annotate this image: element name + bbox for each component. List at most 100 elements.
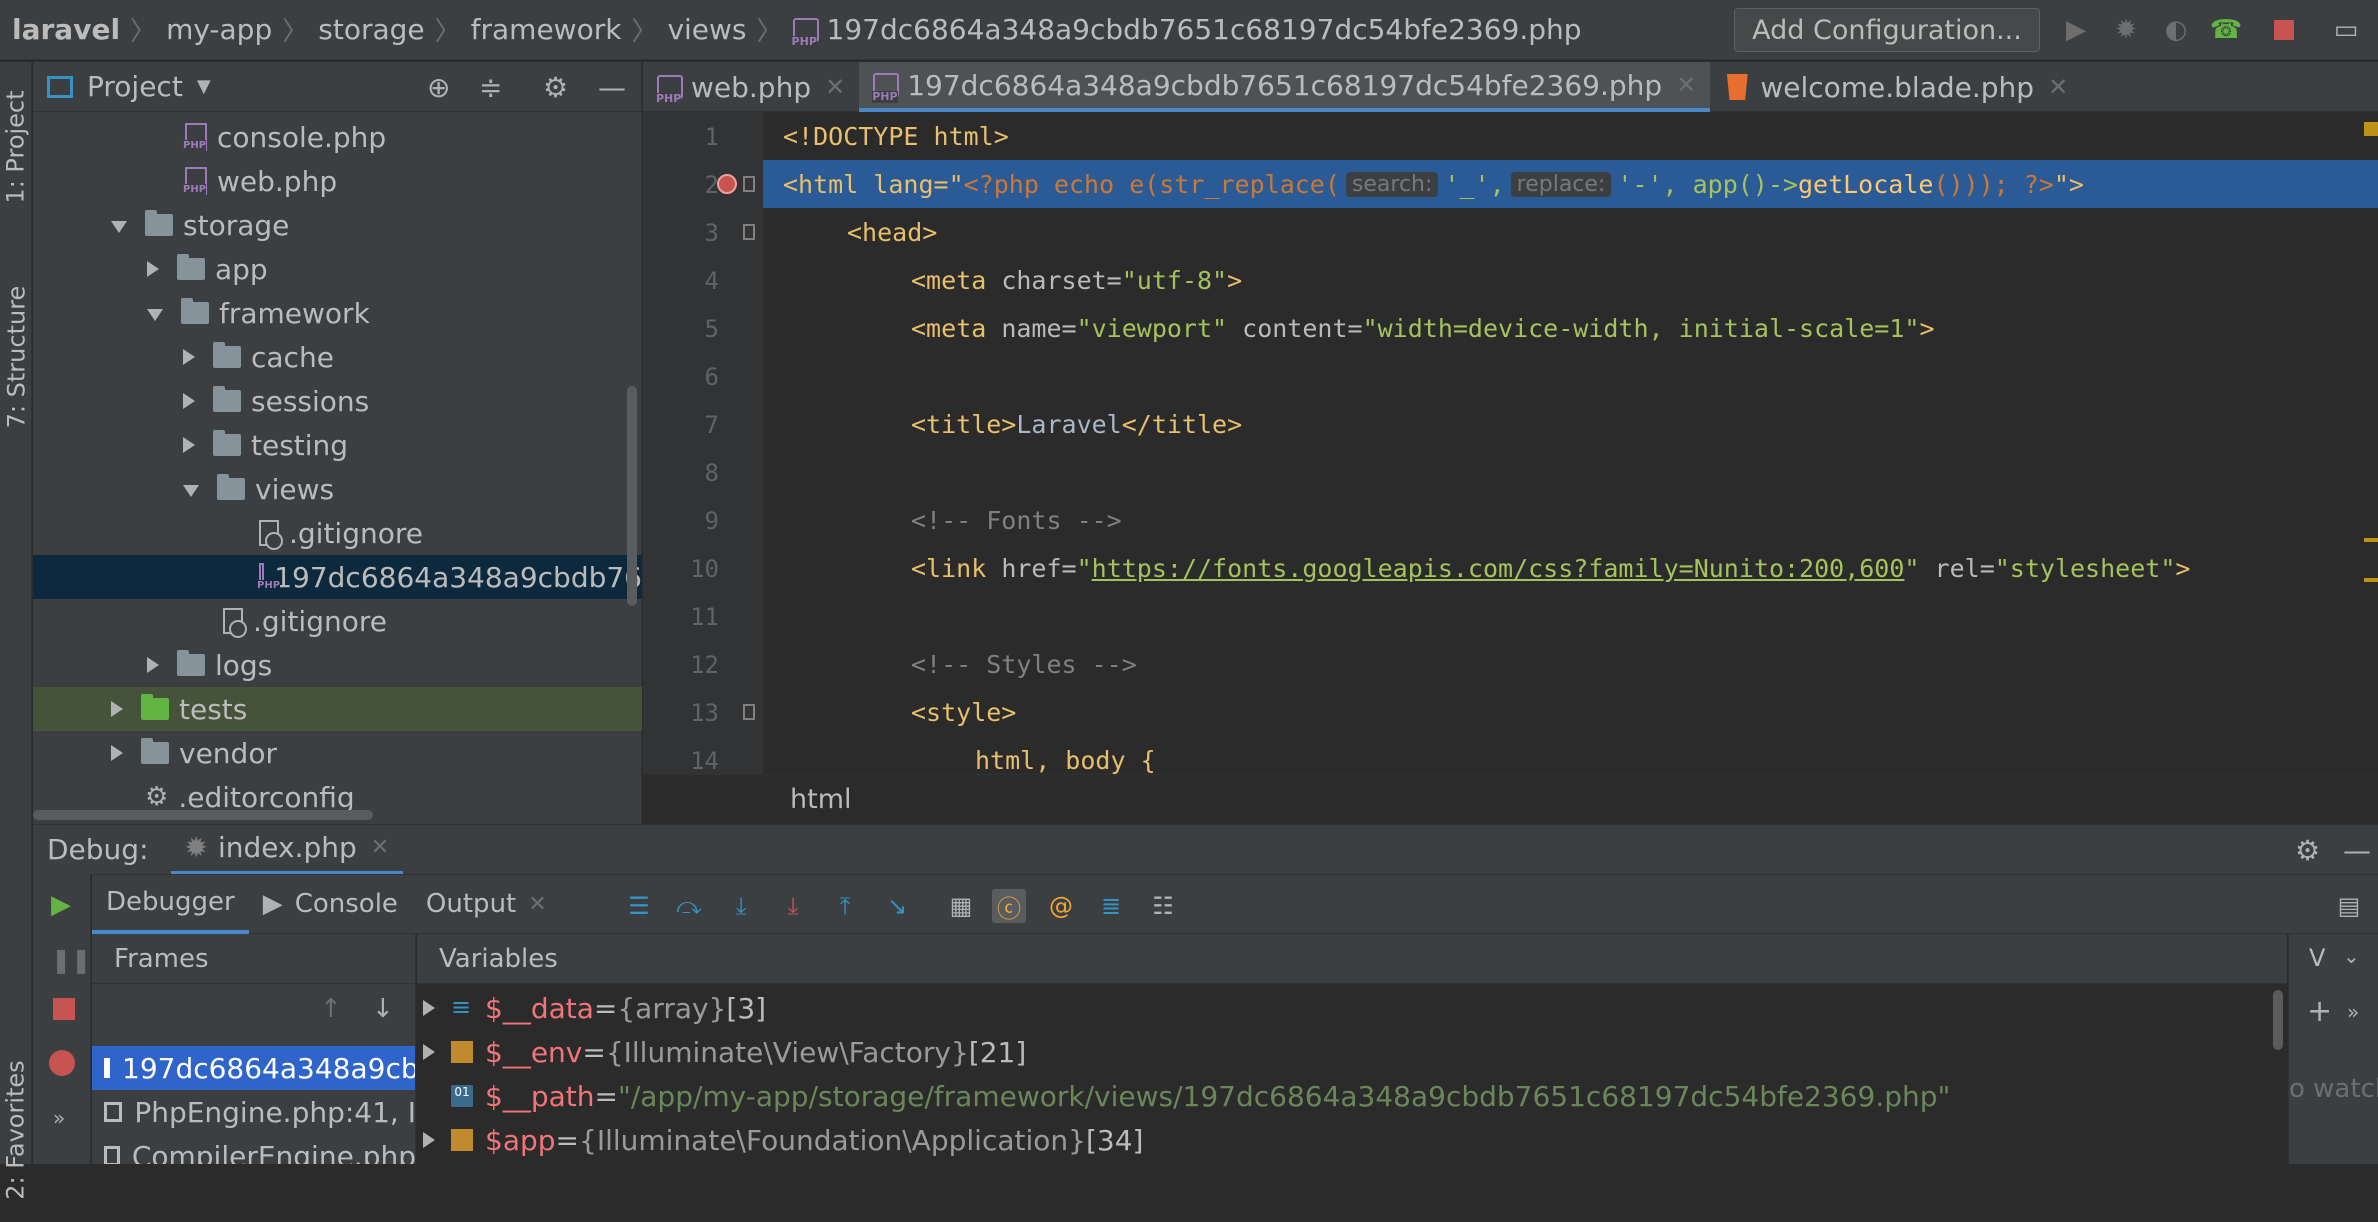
listen-debug-icon[interactable]: ☎ [2210,14,2242,46]
close-icon[interactable]: ✕ [528,892,546,917]
layout-icon[interactable]: ▭ [2330,14,2362,46]
close-icon[interactable]: ✕ [825,73,845,101]
variable-row[interactable]: ≡ $__data = {array} [3] [423,986,766,1030]
chevron-down-icon[interactable]: ⌄ [2343,944,2360,968]
breadcrumb-item[interactable]: 197dc6864a348a9cbdb7651c68197dc54bfe2369… [827,13,1582,46]
code-editor[interactable]: <!DOCTYPE html> <html lang=" <?php echo e… [763,112,2378,774]
at-icon[interactable]: @ [1044,889,1078,923]
view-breakpoints-icon[interactable] [49,1050,75,1076]
tree-item[interactable]: testing [33,423,642,467]
breadcrumb-item[interactable]: my-app [166,13,272,46]
vertical-scrollbar[interactable] [627,386,637,606]
chevron-right-icon[interactable] [183,437,195,453]
editor-tab-active[interactable]: 197dc6864a348a9cbdb7651c68197dc54bfe2369… [859,62,1711,112]
project-view-selector[interactable]: Project [87,70,183,103]
step-over-icon[interactable]: ⤼ [672,889,706,923]
fold-icon[interactable] [743,224,755,240]
resume-icon[interactable]: ▶ [51,890,71,920]
tree-item[interactable]: tests [33,687,642,731]
url-link[interactable]: https://fonts.googleapis.com/css?family=… [1092,554,1905,583]
add-configuration-button[interactable]: Add Configuration... [1734,8,2040,52]
stop-icon[interactable] [2268,14,2300,46]
debug-session-tab[interactable]: ✹ index.php ✕ [170,825,404,875]
editor-gutter[interactable]: 1 2 3 4 5 6 7 8 9 10 11 12 13 14 [643,112,763,775]
chevron-right-icon[interactable] [147,657,159,673]
tab-debugger[interactable]: Debugger [92,874,249,934]
hide-icon[interactable]: — [598,71,626,104]
breadcrumb-item[interactable]: framework [471,13,622,46]
tree-item[interactable]: framework [33,291,642,335]
evaluate-expression-icon[interactable]: ▦ [944,889,978,923]
warning-marker[interactable] [2364,578,2378,582]
chevron-down-icon[interactable] [183,485,199,497]
ordered-list-icon[interactable]: ≣ [1094,889,1128,923]
close-icon[interactable]: ✕ [1676,71,1696,99]
chevron-right-icon[interactable] [423,1000,435,1016]
stop-icon[interactable] [53,998,75,1020]
tree-item[interactable]: logs [33,643,642,687]
breadcrumb-item[interactable]: storage [318,13,424,46]
project-tool-tab[interactable]: 1: Project [0,72,32,222]
chevron-right-icon[interactable] [423,1132,435,1148]
breakpoint-icon[interactable] [717,174,737,194]
warning-marker[interactable] [2364,122,2378,136]
tree-item[interactable]: console.php [33,115,642,159]
collapse-all-icon[interactable]: ≑ [479,71,502,104]
run-to-cursor-icon[interactable]: ↘ [880,889,914,923]
tree-item[interactable]: views [33,467,642,511]
variable-row[interactable]: $__env = {Illuminate\View\Factory} [21] [423,1030,1026,1074]
chevron-right-icon[interactable] [111,745,123,761]
structure-tool-tab[interactable]: 7: Structure [0,267,32,447]
gear-icon[interactable]: ⚙ [543,71,568,104]
tree-item[interactable]: vendor [33,731,642,775]
chevron-down-icon[interactable]: ▼ [197,76,211,97]
breadcrumb-item[interactable]: laravel [12,13,120,46]
fold-icon[interactable] [743,704,755,720]
frame-item[interactable]: 197dc6864a348a9cb [92,1046,415,1090]
tab-console[interactable]: ▶ Console [249,874,412,934]
php-constants-icon[interactable]: ⓒ [992,889,1026,923]
tree-item[interactable]: web.php [33,159,642,203]
tree-item[interactable]: app [33,247,642,291]
warning-marker[interactable] [2364,538,2378,542]
gear-icon[interactable]: ⚙ [2295,834,2320,867]
more-icon[interactable]: » [2347,1000,2359,1024]
favorites-tool-tab[interactable]: 2: Favorites [0,1037,32,1222]
frame-item[interactable]: CompilerEngine.php [92,1134,415,1164]
tree-item[interactable]: sessions [33,379,642,423]
editor-tab[interactable]: welcome.blade.php ✕ [1710,62,2082,112]
add-icon[interactable]: + [2307,994,2332,1029]
editor-tab[interactable]: web.php✕ [643,62,859,112]
step-out-icon[interactable]: ⤒ [828,889,862,923]
chevron-right-icon[interactable] [147,261,159,277]
arrow-up-icon[interactable]: ↑ [320,994,342,1024]
chevron-right-icon[interactable] [183,393,195,409]
chevron-down-icon[interactable] [147,309,163,321]
arrow-down-icon[interactable]: ↓ [372,994,394,1024]
chevron-right-icon[interactable] [423,1044,435,1060]
variable-row[interactable]: 01 $__path = "/app/my-app/storage/framew… [441,1074,1950,1118]
show-execution-point-icon[interactable]: ☰ [622,889,656,923]
horizontal-scrollbar[interactable] [33,810,373,820]
close-icon[interactable]: ✕ [2048,73,2068,101]
tree-item[interactable]: .gitignore [33,599,642,643]
chevron-right-icon[interactable] [183,349,195,365]
breadcrumb-item[interactable]: html [790,784,852,815]
add-to-watch-icon[interactable]: ☷ [1146,889,1180,923]
tree-item[interactable]: .gitignore [33,511,642,555]
close-icon[interactable]: ✕ [371,835,389,860]
hide-icon[interactable]: — [2343,834,2371,867]
tree-item-selected[interactable]: 197dc6864a348a9cbdb76 [33,555,642,599]
force-step-into-icon[interactable]: ⤓ [776,889,810,923]
tree-item[interactable]: storage [33,203,642,247]
breadcrumb-item[interactable]: views [667,13,746,46]
debug-icon[interactable]: ✹ [2110,14,2142,46]
step-into-icon[interactable]: ⤓ [724,889,758,923]
chevron-down-icon[interactable] [111,221,127,233]
frame-item[interactable]: PhpEngine.php:41, I [92,1090,415,1134]
vertical-scrollbar[interactable] [2273,990,2283,1050]
layout-icon[interactable]: ▤ [2332,889,2366,923]
locate-icon[interactable]: ⊕ [427,71,450,104]
pause-icon[interactable]: ❚❚ [51,946,91,974]
fold-icon[interactable] [743,176,755,192]
